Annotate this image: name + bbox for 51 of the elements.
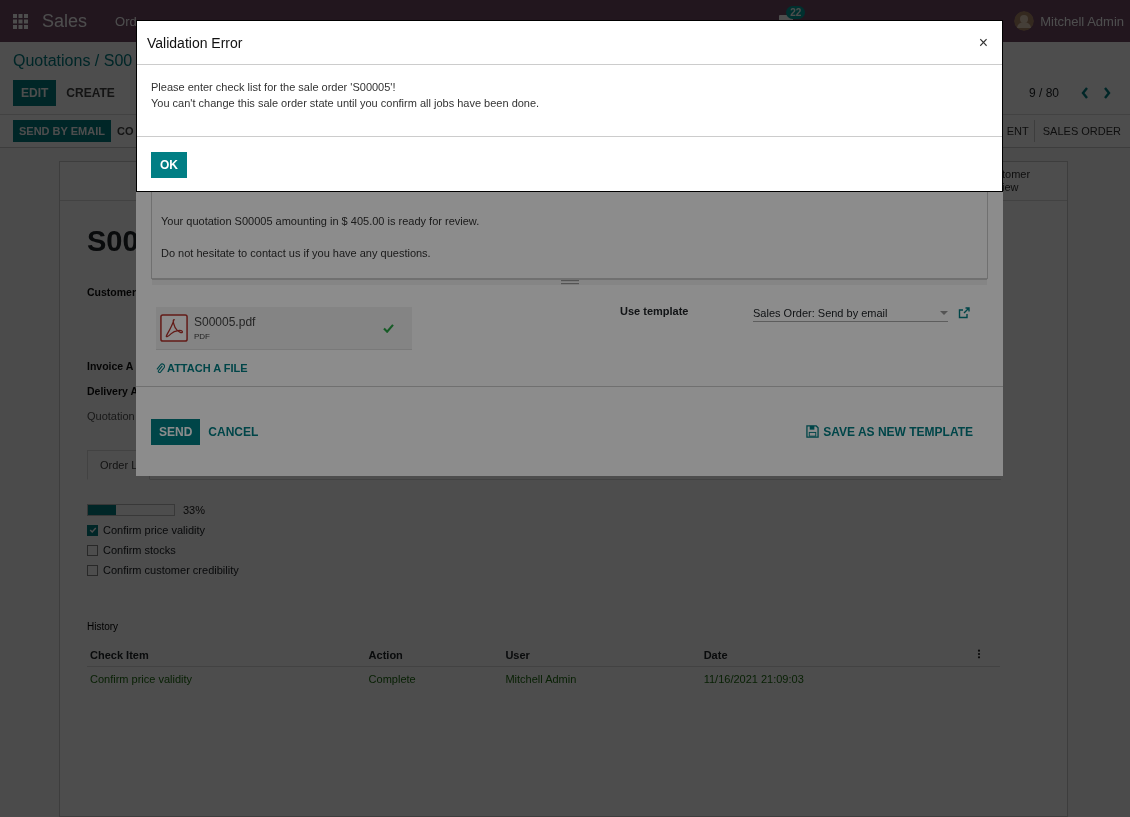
save-icon xyxy=(806,425,820,438)
pdf-icon xyxy=(160,313,188,343)
error-message: You can't change this sale order state until you confirm all jobs have been done. xyxy=(151,97,541,109)
attachment-card[interactable]: S00005.pdf PDF xyxy=(156,307,412,350)
pager: 9 / 80 xyxy=(1028,86,1059,100)
checklist-item-label[interactable]: Confirm price validity xyxy=(103,524,206,536)
send-button[interactable]: SEND xyxy=(151,418,201,445)
chevron-left-icon[interactable] xyxy=(1081,87,1089,99)
close-button[interactable]: × xyxy=(974,33,992,52)
progress-reading: 33% xyxy=(183,504,206,516)
column-header[interactable]: Date xyxy=(700,644,975,667)
status-stage[interactable]: ENT xyxy=(1002,120,1034,142)
ok-button[interactable]: OK xyxy=(151,152,187,178)
more-options-icon[interactable] xyxy=(977,649,982,659)
column-header[interactable]: Action xyxy=(365,644,503,667)
avatar-icon[interactable] xyxy=(1014,11,1035,31)
checklist-item-label[interactable]: Confirm stocks xyxy=(103,544,176,556)
section-title: History xyxy=(87,621,120,632)
edit-button[interactable]: EDIT xyxy=(13,80,57,106)
apps-menu-icon[interactable] xyxy=(13,13,28,29)
attachment-name: S00005.pdf xyxy=(194,315,257,329)
toolbar-button[interactable]: SEND BY EMAIL xyxy=(13,120,111,142)
resize-handle-icon[interactable] xyxy=(560,280,579,285)
caret-icon xyxy=(940,311,948,315)
toolbar-button[interactable]: CO xyxy=(117,120,134,142)
chevron-right-icon[interactable] xyxy=(1103,87,1111,99)
error-message: Please enter check list for the sale order 'S00005'! xyxy=(151,81,397,93)
checkbox[interactable] xyxy=(87,524,98,536)
message-text: Do not hesitate to contact us if you have any questions. xyxy=(161,247,432,259)
checkbox[interactable] xyxy=(87,544,98,556)
template-select[interactable]: Sales Order: Send by email xyxy=(753,307,948,322)
check-icon xyxy=(383,323,394,333)
form-title: S00 xyxy=(87,225,139,258)
paperclip-icon xyxy=(156,362,165,374)
column-header[interactable]: User xyxy=(502,644,701,667)
field-label: Use template xyxy=(620,305,690,317)
checkbox[interactable] xyxy=(87,564,98,576)
column-header[interactable]: Check Item xyxy=(87,644,366,667)
checklist-item-label[interactable]: Confirm customer credibility xyxy=(103,564,239,576)
cancel-button[interactable]: CANCEL xyxy=(200,418,267,445)
attachment-type: PDF xyxy=(194,332,211,341)
status-stage[interactable]: SALES ORDER xyxy=(1033,120,1126,142)
create-button[interactable]: CREATE xyxy=(58,80,123,106)
notification-badge: 22 xyxy=(786,6,806,19)
field-label: Invoice A xyxy=(87,360,134,372)
attach-file-link[interactable]: ATTACH A FILE xyxy=(156,362,248,374)
message-text: Your quotation S00005 amounting in $ 405.00 is ready for review. xyxy=(161,215,481,227)
external-link-icon[interactable] xyxy=(958,307,970,319)
save-template-button[interactable]: SAVE AS NEW TEMPLATE xyxy=(798,418,981,445)
dialog-title: Validation Error xyxy=(147,34,243,51)
field-label: Customer xyxy=(87,286,136,298)
